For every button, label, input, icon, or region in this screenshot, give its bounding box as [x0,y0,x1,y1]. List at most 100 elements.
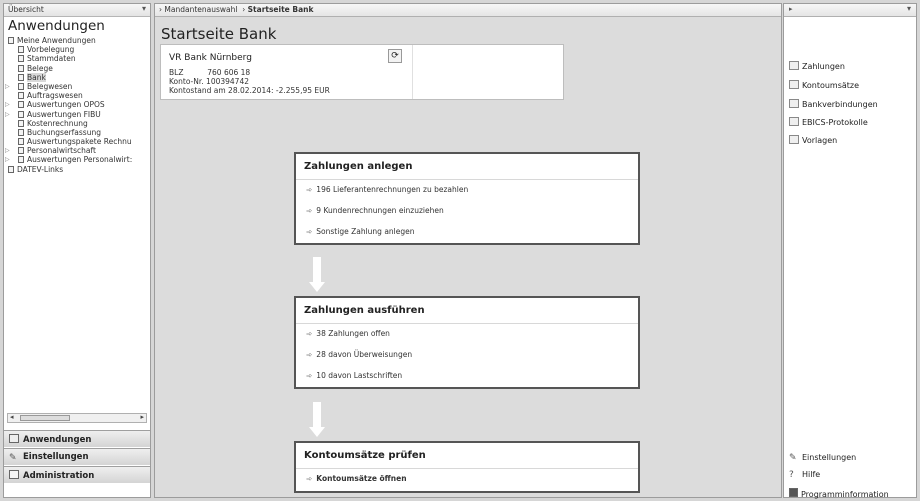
expand-icon[interactable]: ▷ [5,100,10,109]
tree-item[interactable]: Vorbelegung [4,45,150,54]
tree-item[interactable]: ▷ Auswertungen Personalwirt: [4,155,150,164]
tree-item[interactable]: DATEV-Links [4,165,150,174]
tree-item[interactable]: ▷ Auswertungen OPOS [4,100,150,109]
document-icon [18,156,24,164]
arrow-icon: ➾ [306,350,313,359]
link-label: Hilfe [802,470,821,479]
templates-icon [789,135,799,144]
application-tree: Meine Anwendungen Vorbelegung Stammdaten Be… [4,36,150,410]
document-icon [18,110,24,118]
section-zahlungen-anlegen: Zahlungen anlegen ➾ 196 Lieferantenrechnu… [294,152,640,245]
arrow-icon: ➾ [306,329,313,338]
tree-item[interactable]: Auswertungspakete Rechnu [4,137,150,146]
expand-icon[interactable]: ▷ [5,110,10,119]
tree-item[interactable]: Belege [4,64,150,73]
tree-item[interactable]: ▷ Auswertungen FIBU [4,110,150,119]
scroll-left-icon[interactable]: ◂ [10,413,14,421]
wrench-icon: ✎ [789,453,797,463]
konto-row: Konto-Nr. 100394742 [169,77,249,86]
accordion-label: Anwendungen [23,435,92,445]
left-sidebar: Übersicht ▾ Anwendungen Meine Anwendunge… [3,3,151,498]
breadcrumb: › Mandantenauswahl › Startseite Bank [155,4,781,17]
tree-item-label: Kostenrechnung [27,118,88,128]
document-icon [18,92,24,100]
bank-account-card: VR Bank Nürnberg BLZ 760 606 18 Konto-Nr… [160,44,564,100]
link-einstellungen[interactable]: ✎ Einstellungen [789,453,856,463]
wrench-icon: ✎ [9,453,17,463]
pin-icon[interactable]: ▾ [907,4,911,13]
tree-item-label: Vorbelegung [27,45,75,55]
action-link[interactable]: ➾ Sonstige Zahlung anlegen [296,222,638,243]
tree-item-label: Auswertungen Personalwirt: [27,155,133,165]
breadcrumb-item-mandantenauswahl[interactable]: Mandantenauswahl [164,5,237,14]
link-kontoumsaetze[interactable]: Kontoumsätze [789,80,859,90]
balance-label: Kontostand am 28.02.2014: [169,86,274,95]
action-label: Kontoumsätze öffnen [316,474,407,483]
pin-icon[interactable]: ▾ [142,4,146,13]
tree-item[interactable]: ▷ Belegwesen [4,82,150,91]
flow-arrow-icon [309,257,325,293]
link-ebics-protokolle[interactable]: EBICS-Protokolle [789,117,868,127]
action-label: 10 davon Lastschriften [316,371,403,380]
arrow-icon: ➾ [306,185,313,194]
action-link[interactable]: ➾ 38 Zahlungen offen [296,324,638,345]
action-link[interactable]: ➾ 10 davon Lastschriften [296,366,638,387]
accordion-label: Administration [23,471,95,481]
tree-item-label: Stammdaten [27,54,76,64]
link-hilfe[interactable]: ? Hilfe [789,470,821,480]
document-icon [18,147,24,155]
tree-item-label: Belege [27,63,53,73]
link-bankverbindungen[interactable]: Bankverbindungen [789,99,878,109]
expand-icon[interactable]: ▷ [5,155,10,164]
arrow-icon: ➾ [306,474,313,483]
link-label: Kontoumsätze [802,81,860,90]
scrollbar-thumb[interactable] [20,415,70,421]
action-link[interactable]: ➾ Kontoumsätze öffnen [296,469,638,490]
tree-item[interactable]: Auftragswesen [4,91,150,100]
link-label: EBICS-Protokolle [802,118,868,127]
accordion-anwendungen[interactable]: Anwendungen [4,430,150,447]
action-link[interactable]: ➾ 196 Lieferantenrechnungen zu bezahlen [296,180,638,201]
document-icon [18,138,24,146]
right-panel-header: ▸ ▾ [784,4,916,17]
blz-label: BLZ [169,68,184,77]
link-programminformation[interactable]: Programminformation [789,488,889,499]
action-label: 196 Lieferantenrechnungen zu bezahlen [316,185,469,194]
accordion-label: Einstellungen [23,452,89,462]
scroll-right-icon[interactable]: ▸ [140,413,144,421]
link-vorlagen[interactable]: Vorlagen [789,135,837,145]
tree-item-label: DATEV-Links [17,164,64,174]
tree-item-label: Belegwesen [27,81,73,91]
arrow-icon: ➾ [306,206,313,215]
action-link[interactable]: ➾ 28 davon Überweisungen [296,345,638,366]
tree-item[interactable]: Meine Anwendungen [4,36,150,45]
tree-item[interactable]: Kostenrechnung [4,119,150,128]
breadcrumb-item-startseite-bank: Startseite Bank [247,5,314,14]
refresh-icon[interactable]: ⟳ [388,49,402,63]
document-icon [8,37,14,44]
expand-icon[interactable]: ▷ [5,82,10,91]
arrow-icon: ➾ [306,227,313,236]
link-zahlungen[interactable]: Zahlungen [789,61,845,71]
expand-icon[interactable]: ▷ [5,146,10,155]
accordion-administration[interactable]: Administration [4,466,150,483]
arrow-icon: ➾ [306,371,313,380]
collapse-icon[interactable]: ▸ [789,5,793,13]
grid-icon [9,434,19,443]
section-zahlungen-ausfuehren: Zahlungen ausführen ➾ 38 Zahlungen offen … [294,296,640,389]
document-icon [18,119,24,127]
action-link[interactable]: ➾ 9 Kundenrechnungen einzuziehen [296,201,638,222]
link-label: Vorlagen [802,136,838,145]
document-icon [18,128,24,136]
tree-item[interactable]: Stammdaten [4,54,150,63]
action-label: 38 Zahlungen offen [316,329,390,338]
accordion-einstellungen[interactable]: ✎ Einstellungen [4,448,150,465]
tree-item[interactable]: Bank [4,72,150,82]
document-icon [18,64,24,72]
payments-icon [789,61,799,70]
tree-item[interactable]: Buchungserfassung [4,128,150,137]
konto-label: Konto-Nr. [169,77,204,86]
tree-item[interactable]: ▷ Personalwirtschaft [4,146,150,155]
horizontal-scrollbar[interactable]: ◂ ▸ [7,413,147,423]
konto-value: 100394742 [206,77,249,86]
